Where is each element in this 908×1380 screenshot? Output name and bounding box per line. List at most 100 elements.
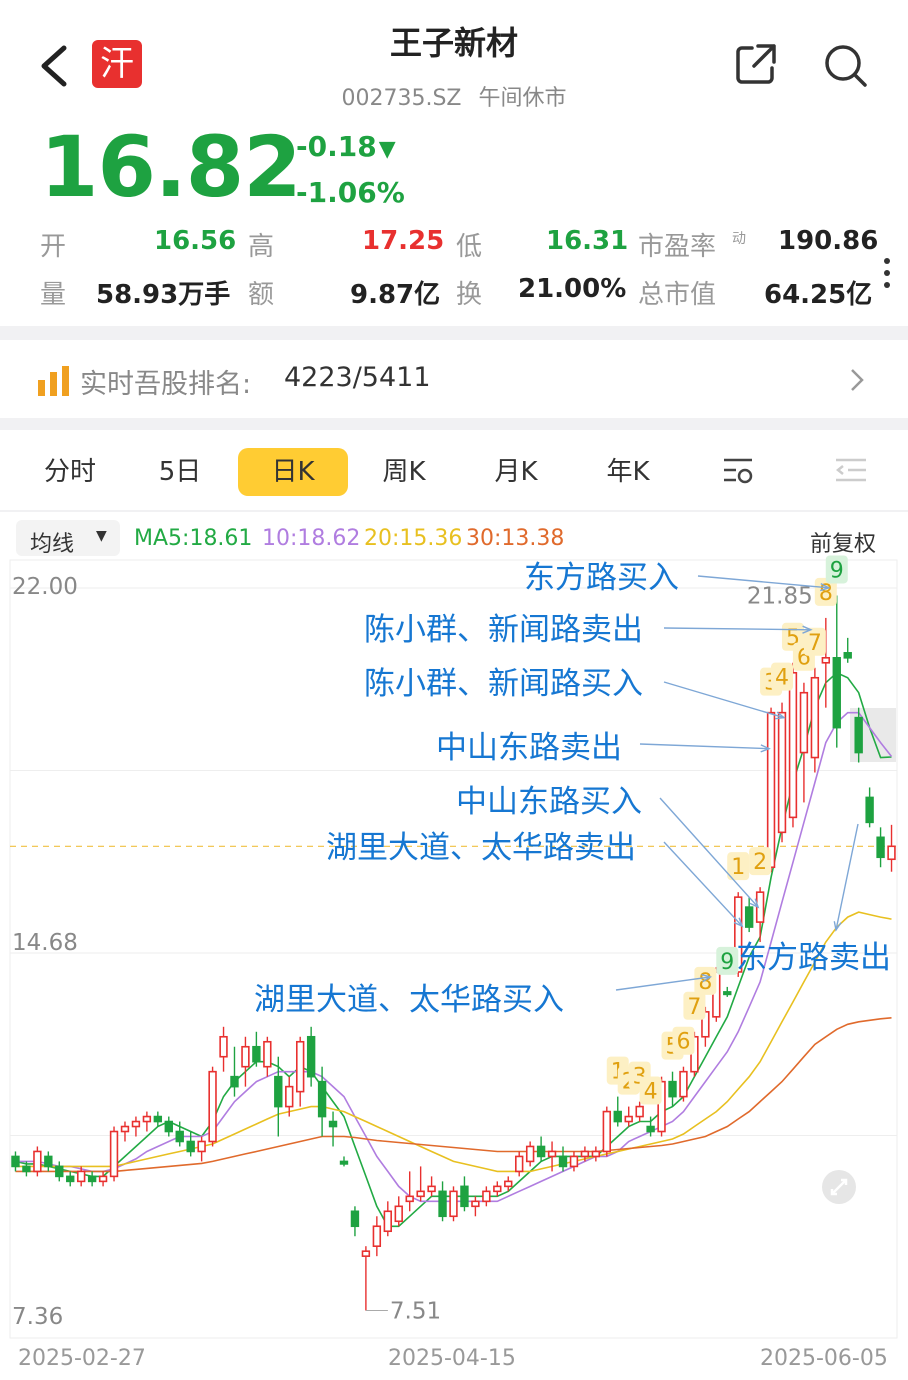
sequence-marker: 2 [753,850,767,875]
candle [317,1066,327,1137]
candle-body [44,1155,53,1168]
candle-body [186,1140,195,1153]
candle [536,1136,546,1162]
candle-body [547,1150,557,1158]
candle-body [164,1120,173,1133]
tab-intraday[interactable]: 分时 [30,448,110,496]
candle [832,595,841,748]
candle-body [854,716,863,754]
stock-rank-bar[interactable]: 实时吾股排名: 4223/5411 [0,340,908,418]
candle [328,1111,338,1147]
rank-label: 实时吾股排名: [80,369,252,400]
pe-label: 市盈率 [638,232,717,262]
pe-dynamic-tag: 动 [732,231,746,247]
candle [668,1071,677,1107]
annotation-zhongshan-sell: 中山东路卖出 [436,730,622,766]
candle [525,1141,535,1167]
annotation-chenxiaoqun-buy: 陈小群、新闻路买入 [364,666,643,702]
candle-body [405,1195,414,1203]
candle [810,667,820,773]
candle-body [55,1165,64,1178]
annotation-huli-sell: 湖里大道、太华路卖出 [326,830,636,866]
sequence-marker: 9 [830,558,844,583]
candle-body [613,1110,622,1123]
candle [723,986,732,997]
candle [153,1111,163,1127]
candle [613,1096,622,1127]
candle [635,1101,644,1122]
candle-body [120,1125,130,1133]
candle [339,1156,349,1167]
candle-body [98,1175,108,1183]
rank-value: 4223/5411 [284,362,431,393]
candle-body [460,1185,469,1208]
search-icon[interactable] [822,42,868,88]
candle-body [274,1075,283,1108]
candle [372,1216,382,1257]
sequence-marker: 7 [687,995,701,1020]
sequence-marker: 6 [676,1030,690,1055]
candle-body [635,1105,644,1118]
candle-body [558,1155,568,1168]
candle [416,1166,425,1202]
tab-yearly-k[interactable]: 年K [588,448,668,496]
candle [109,1126,119,1182]
collapse-panel-icon[interactable] [834,456,868,486]
candle [493,1181,502,1197]
ma-line-ma30 [15,1017,892,1173]
current-price: 16.82 [40,118,302,216]
annotation-huli-buy: 湖里大道、太华路买入 [254,982,564,1018]
candle-body [131,1120,141,1128]
market-status: 午间休市 [478,86,567,111]
candle-body [76,1170,86,1183]
candle-body [493,1185,502,1193]
candle [405,1171,414,1212]
tab-monthly-k[interactable]: 月K [476,448,556,496]
candle-body [449,1190,458,1218]
candle-body [482,1190,491,1203]
volume-value: 58.93万手 [96,280,231,310]
tab-weekly-k[interactable]: 周K [364,448,444,496]
y-tick-top: 22.00 [12,574,78,600]
sequence-marker: 1 [731,855,745,880]
candle [558,1146,568,1172]
candle-body [306,1035,316,1078]
candle [865,787,874,828]
stock-code: 002735.SZ [341,86,462,111]
candle-body [87,1175,97,1183]
candle [602,1106,612,1157]
share-icon[interactable] [734,42,778,86]
candle [843,637,852,663]
candle-body [515,1155,524,1173]
tab-5day[interactable]: 5日 [140,448,220,496]
amount-label: 额 [248,280,275,310]
max-price-label: 21.85 [747,583,813,609]
open-value: 16.56 [154,226,237,256]
sequence-marker: 9 [720,950,734,975]
candle [252,1031,261,1067]
tab-daily-k[interactable]: 日K [238,448,348,496]
kline-chart-panel: 均线 ▼ MA5:18.61 10:18.62 20:15.36 30:13.3… [0,512,908,1380]
turnover-value: 21.00% [518,274,627,304]
turnover-label: 换 [456,280,483,310]
market-cap-value: 64.25亿 [764,280,873,310]
candle-body [317,1080,327,1118]
candle [744,897,754,933]
candle [876,827,885,868]
x-label-end: 2025-06-05 [760,1346,888,1371]
expand-icon[interactable] [822,1170,856,1204]
candle [799,682,809,803]
candle-body [416,1190,425,1198]
more-vertical-icon[interactable] [882,256,892,290]
change-value: -0.18 [296,130,377,163]
candle-body [350,1210,360,1228]
candle-body [263,1040,272,1068]
high-label: 高 [248,232,275,262]
candle [197,1136,206,1162]
candle [777,702,787,843]
chart-settings-icon[interactable] [722,456,756,486]
annotation-dongfang-sell: 东方路卖出 [736,940,891,976]
candle [295,1036,305,1107]
y-tick-mid: 14.68 [12,930,78,956]
candle [208,1066,217,1147]
